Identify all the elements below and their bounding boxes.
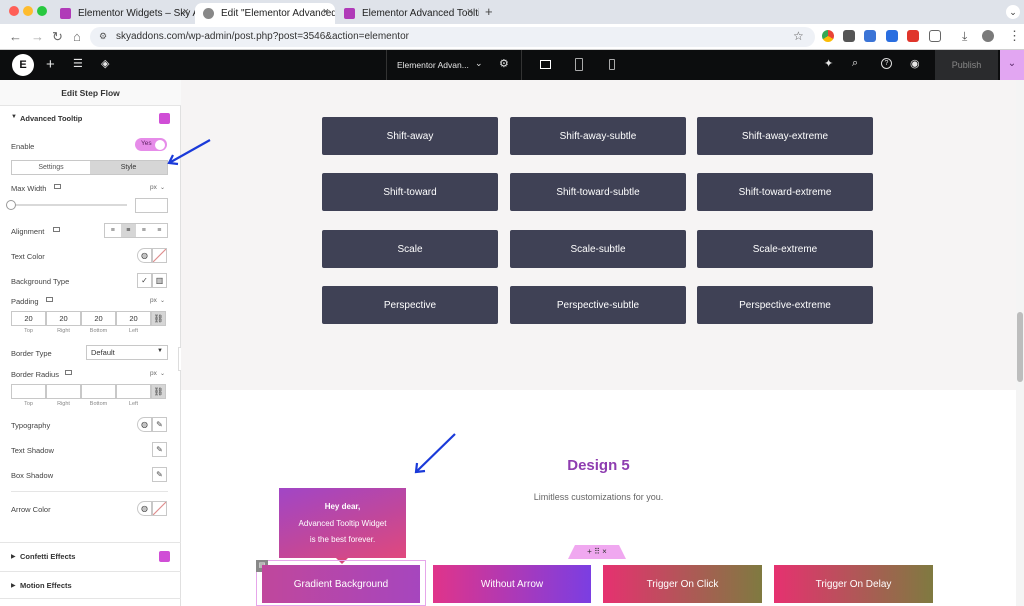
arrow-to-style-tab bbox=[167, 139, 211, 166]
annotation-arrows bbox=[167, 139, 456, 474]
arrow-to-tooltip bbox=[414, 433, 456, 474]
